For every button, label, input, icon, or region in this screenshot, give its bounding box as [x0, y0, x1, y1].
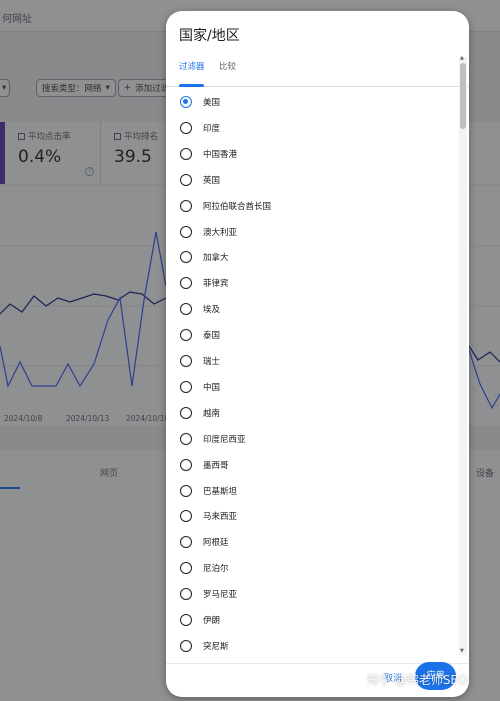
country-option[interactable]: 美国 — [166, 89, 458, 115]
country-option[interactable]: 尼泊尔 — [166, 555, 458, 581]
country-option-label: 罗马尼亚 — [203, 590, 238, 601]
screen: 何网址 ▾ 搜索类型：网络 ▾ + 添加过滤 平均点击率 0.4% ? 平均排名… — [0, 0, 500, 701]
country-option[interactable]: 中国香港 — [166, 141, 458, 167]
radio-unchecked-icon[interactable] — [180, 639, 192, 652]
scrollbar-thumb[interactable] — [460, 63, 466, 129]
watermark: 知乎 @鸭老师SEO — [367, 673, 468, 687]
country-option-label: 伊朗 — [203, 616, 221, 626]
country-filter-dialog: 国家/地区 过滤器 比较 美国印度中国香港英国阿拉伯联合酋长国 澳大利亚加拿大菲律… — [166, 11, 469, 697]
country-option-label: 印度 — [203, 123, 221, 134]
radio-unchecked-icon[interactable] — [180, 199, 192, 212]
country-option[interactable]: 澳大利亚 — [166, 219, 458, 245]
country-option[interactable]: 马来西亚 — [166, 503, 458, 529]
country-option[interactable]: 英国 — [166, 167, 458, 193]
radio-unchecked-icon[interactable] — [180, 432, 192, 445]
country-option-label: 澳大利亚 — [203, 227, 238, 238]
scroll-down-icon[interactable]: ▼ — [460, 648, 464, 654]
country-option-label: 瑞士 — [203, 357, 221, 367]
country-option-label: 墨西哥 — [203, 460, 229, 471]
country-option[interactable]: 菲律宾 — [166, 270, 458, 296]
radio-unchecked-icon[interactable] — [180, 277, 192, 290]
country-option[interactable]: 泰国 — [166, 322, 458, 348]
dialog-tabs: 过滤器 比较 — [166, 55, 469, 87]
country-option-label: 英国 — [203, 175, 221, 186]
country-list: 美国印度中国香港英国阿拉伯联合酋长国 澳大利亚加拿大菲律宾埃及泰国瑞士中国越南印度… — [166, 89, 458, 663]
radio-unchecked-icon[interactable] — [180, 588, 192, 601]
country-option[interactable]: 墨西哥 — [166, 452, 458, 478]
country-option[interactable]: 印度尼西亚 — [166, 426, 458, 452]
radio-unchecked-icon[interactable] — [180, 355, 192, 367]
country-option-label: 越南 — [203, 408, 221, 419]
radio-unchecked-icon[interactable] — [180, 303, 192, 316]
radio-checked-icon[interactable] — [180, 96, 192, 108]
radio-unchecked-icon[interactable] — [180, 484, 192, 497]
radio-unchecked-icon[interactable] — [180, 510, 192, 523]
radio-unchecked-icon[interactable] — [180, 329, 192, 342]
radio-unchecked-icon[interactable] — [180, 614, 192, 626]
country-option[interactable]: 罗马尼亚 — [166, 581, 458, 607]
country-option-label: 阿拉伯联合酋长国 — [203, 201, 272, 212]
country-option[interactable]: 突尼斯 — [166, 633, 458, 659]
tab-compare[interactable]: 比较 — [219, 55, 236, 87]
radio-unchecked-icon[interactable] — [180, 562, 192, 575]
radio-unchecked-icon[interactable] — [180, 173, 192, 186]
radio-unchecked-icon[interactable] — [180, 406, 192, 419]
country-option[interactable]: 阿拉伯联合酋长国 — [166, 193, 458, 219]
country-option-label: 中国香港 — [203, 149, 238, 160]
tab-filter[interactable]: 过滤器 — [179, 55, 205, 87]
country-option[interactable]: 越南 — [166, 400, 458, 426]
radio-unchecked-icon[interactable] — [180, 458, 192, 471]
radio-unchecked-icon[interactable] — [180, 536, 192, 549]
country-option[interactable]: 加拿大 — [166, 244, 458, 270]
country-option[interactable]: 阿根廷 — [166, 529, 458, 555]
country-option-label: 阿根廷 — [203, 538, 229, 549]
country-option-label: 美国 — [203, 98, 221, 108]
active-tab-indicator — [179, 84, 204, 87]
radio-unchecked-icon[interactable] — [180, 121, 192, 134]
scrollbar-track[interactable] — [459, 57, 467, 655]
country-option-label: 菲律宾 — [203, 279, 229, 290]
country-option-label: 中国 — [203, 382, 221, 393]
country-option[interactable]: 伊朗 — [166, 607, 458, 633]
country-option-label: 埃及 — [203, 305, 221, 316]
country-option-label: 印度尼西亚 — [203, 434, 246, 445]
radio-unchecked-icon[interactable] — [180, 147, 192, 160]
scroll-up-icon[interactable]: ▲ — [460, 55, 464, 61]
country-option[interactable]: 巴基斯坦 — [166, 478, 458, 504]
country-option[interactable]: 埃及 — [166, 296, 458, 322]
country-option[interactable]: 中国 — [166, 374, 458, 400]
country-option-label: 巴基斯坦 — [203, 486, 238, 497]
country-option-label: 泰国 — [203, 331, 221, 342]
country-option[interactable]: 瑞士 — [166, 348, 458, 374]
radio-unchecked-icon[interactable] — [180, 380, 192, 393]
country-option-label: 马来西亚 — [203, 512, 238, 523]
country-option-label: 突尼斯 — [203, 641, 229, 652]
radio-unchecked-icon[interactable] — [180, 251, 192, 264]
radio-unchecked-icon[interactable] — [180, 225, 192, 238]
country-option[interactable]: 印度 — [166, 115, 458, 141]
country-option-label: 加拿大 — [203, 253, 229, 264]
dialog-title: 国家/地区 — [179, 28, 240, 44]
country-option-label: 尼泊尔 — [203, 564, 229, 575]
